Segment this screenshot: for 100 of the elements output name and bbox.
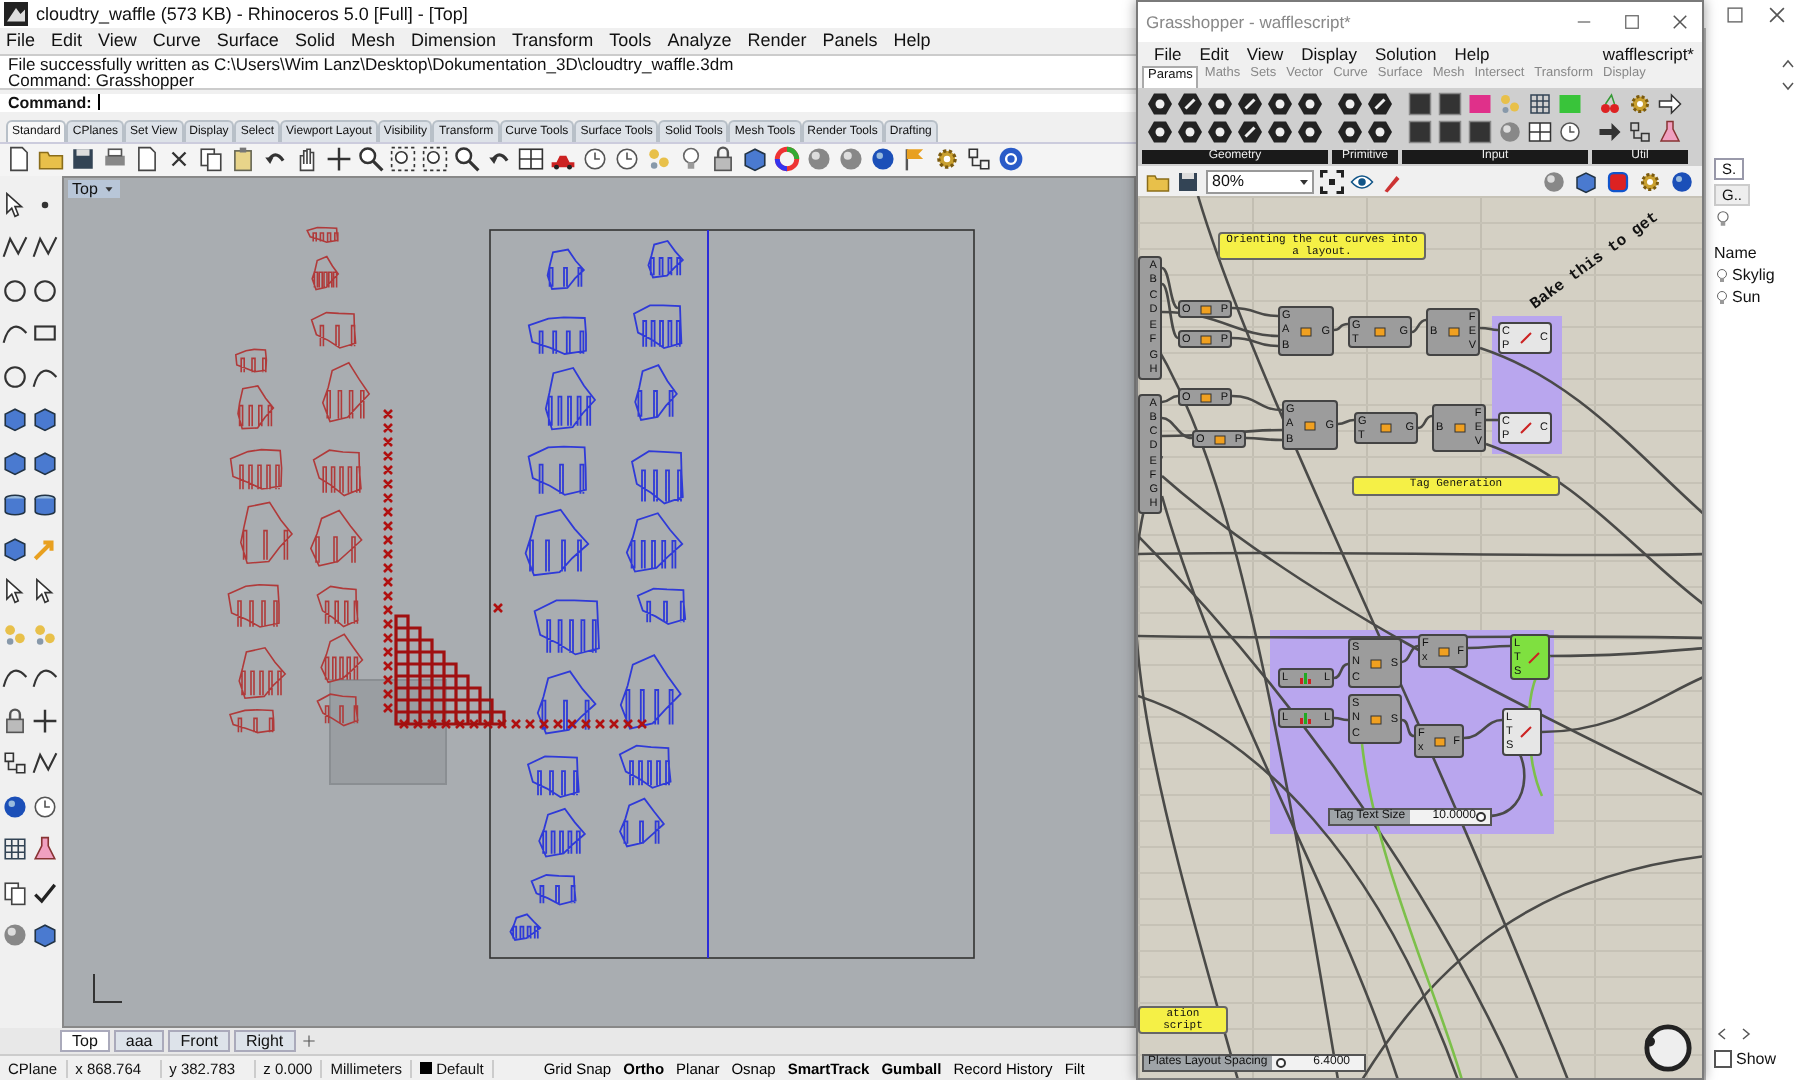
viewport-name[interactable]: Top bbox=[72, 179, 98, 198]
tree-icon[interactable] bbox=[2, 750, 28, 777]
flask-icon[interactable] bbox=[32, 836, 58, 863]
dots-icon[interactable] bbox=[1498, 92, 1522, 116]
scroll-right-icon[interactable] bbox=[1738, 1026, 1754, 1042]
box-icon[interactable] bbox=[32, 922, 58, 949]
scroll-up-icon[interactable] bbox=[1780, 56, 1796, 72]
curve-icon[interactable] bbox=[2, 320, 28, 347]
bulb-icon[interactable] bbox=[1714, 210, 1732, 228]
box-icon[interactable] bbox=[742, 146, 768, 173]
light-item[interactable]: Skylig bbox=[1732, 266, 1775, 284]
hexagon-icon[interactable] bbox=[1208, 92, 1232, 116]
dots-icon[interactable] bbox=[2, 621, 28, 648]
eye-icon[interactable] bbox=[1350, 169, 1374, 193]
clock-icon[interactable] bbox=[1558, 120, 1582, 144]
tree-icon[interactable] bbox=[966, 146, 992, 173]
zoom-extents-icon[interactable] bbox=[1320, 169, 1344, 193]
circle-icon[interactable] bbox=[2, 277, 28, 304]
menu-item[interactable]: Analyze bbox=[667, 30, 732, 51]
menu-item[interactable]: Help bbox=[1454, 44, 1490, 64]
checkmark-icon[interactable] bbox=[32, 879, 58, 906]
gear-icon[interactable] bbox=[1628, 92, 1652, 116]
circle-icon[interactable] bbox=[32, 277, 58, 304]
viewport-label[interactable]: Top bbox=[68, 179, 120, 198]
menu-item[interactable]: Help bbox=[893, 30, 931, 51]
circle-icon[interactable] bbox=[2, 363, 28, 390]
polyline-icon[interactable] bbox=[32, 750, 58, 777]
lock-icon[interactable] bbox=[710, 146, 736, 173]
hexagon-icon[interactable] bbox=[1298, 92, 1322, 116]
tile-icon[interactable] bbox=[1558, 92, 1582, 116]
light-item[interactable]: Sun bbox=[1732, 288, 1761, 306]
hexagon-icon[interactable] bbox=[1338, 92, 1362, 116]
move-icon[interactable] bbox=[32, 707, 58, 734]
zoom-dropdown[interactable]: 80% bbox=[1206, 169, 1314, 193]
menu-item[interactable]: View bbox=[98, 30, 137, 51]
menu-item[interactable]: Curve bbox=[152, 30, 201, 51]
dark-square-icon[interactable] bbox=[1438, 92, 1462, 116]
clock-icon[interactable] bbox=[582, 146, 608, 173]
dark-square-icon[interactable] bbox=[1438, 120, 1462, 144]
hexagon-icon[interactable] bbox=[1148, 120, 1172, 144]
dots-icon[interactable] bbox=[32, 621, 58, 648]
clock-icon[interactable] bbox=[32, 793, 58, 820]
hexagon-icon[interactable] bbox=[1178, 120, 1202, 144]
viewport-tab[interactable]: aaa bbox=[113, 1030, 165, 1053]
zoom-extents-icon[interactable] bbox=[422, 146, 448, 173]
clock-icon[interactable] bbox=[614, 146, 640, 173]
lock-icon[interactable] bbox=[2, 707, 28, 734]
bulb-icon[interactable] bbox=[678, 146, 704, 173]
hexagon-icon[interactable] bbox=[1148, 92, 1172, 116]
box-icon[interactable] bbox=[2, 535, 28, 562]
hexagon-icon[interactable] bbox=[1368, 120, 1392, 144]
menu-item[interactable]: Panels bbox=[822, 30, 878, 51]
arrow-icon[interactable] bbox=[1598, 120, 1622, 144]
dots-icon[interactable] bbox=[646, 146, 672, 173]
hand-icon[interactable] bbox=[294, 146, 320, 173]
close-icon[interactable] bbox=[1670, 12, 1690, 32]
box-icon[interactable] bbox=[2, 449, 28, 476]
sphere-icon[interactable] bbox=[1542, 169, 1566, 193]
mesh-icon[interactable] bbox=[2, 836, 28, 863]
sphere-icon[interactable] bbox=[1670, 169, 1694, 193]
clipboard-icon[interactable] bbox=[230, 146, 256, 173]
menu-item[interactable]: File bbox=[6, 30, 36, 51]
box-icon[interactable] bbox=[2, 406, 28, 433]
open-folder-icon[interactable] bbox=[38, 146, 64, 173]
menu-item[interactable]: Display bbox=[1301, 44, 1358, 64]
sphere-icon[interactable] bbox=[870, 146, 896, 173]
hexagon-icon[interactable] bbox=[1368, 92, 1392, 116]
sphere-icon[interactable] bbox=[2, 793, 28, 820]
viewport-tab[interactable]: Front bbox=[168, 1030, 230, 1053]
polyline-icon[interactable] bbox=[2, 234, 28, 261]
zoom-icon[interactable] bbox=[454, 146, 480, 173]
save-icon[interactable] bbox=[70, 146, 96, 173]
color-wheel-icon[interactable] bbox=[774, 146, 800, 173]
viewport[interactable]: Top bbox=[62, 175, 1136, 1029]
slider-grip[interactable] bbox=[1475, 812, 1486, 822]
menu-item[interactable]: Solid bbox=[294, 30, 335, 51]
gear-icon[interactable] bbox=[934, 146, 960, 173]
command-field[interactable]: Command: bbox=[0, 93, 1136, 112]
menu-item[interactable]: Transform bbox=[512, 30, 594, 51]
hexagon-icon[interactable] bbox=[1238, 120, 1262, 144]
menu-item[interactable]: Edit bbox=[51, 30, 83, 51]
show-checkbox[interactable] bbox=[1714, 1050, 1732, 1068]
arrow-icon[interactable] bbox=[1658, 92, 1682, 116]
hexagon-icon[interactable] bbox=[1338, 120, 1362, 144]
sphere-icon[interactable] bbox=[838, 146, 864, 173]
new-document-icon[interactable] bbox=[6, 146, 32, 173]
menu-item[interactable]: File bbox=[1154, 44, 1182, 64]
dark-square-icon[interactable] bbox=[1408, 120, 1432, 144]
zoom-window-icon[interactable] bbox=[390, 146, 416, 173]
curve-icon[interactable] bbox=[32, 664, 58, 691]
close-icon[interactable] bbox=[1766, 3, 1788, 25]
menu-item[interactable]: Edit bbox=[1199, 44, 1229, 64]
hexagon-icon[interactable] bbox=[1268, 92, 1292, 116]
hexagon-icon[interactable] bbox=[1268, 120, 1292, 144]
slider-grip[interactable] bbox=[1275, 1058, 1286, 1068]
viewport-tab[interactable]: Right bbox=[233, 1030, 296, 1053]
menu-item[interactable]: Dimension bbox=[410, 30, 496, 51]
bake-icon[interactable] bbox=[1606, 169, 1630, 193]
hexagon-icon[interactable] bbox=[1178, 92, 1202, 116]
flask-icon[interactable] bbox=[1658, 120, 1682, 144]
